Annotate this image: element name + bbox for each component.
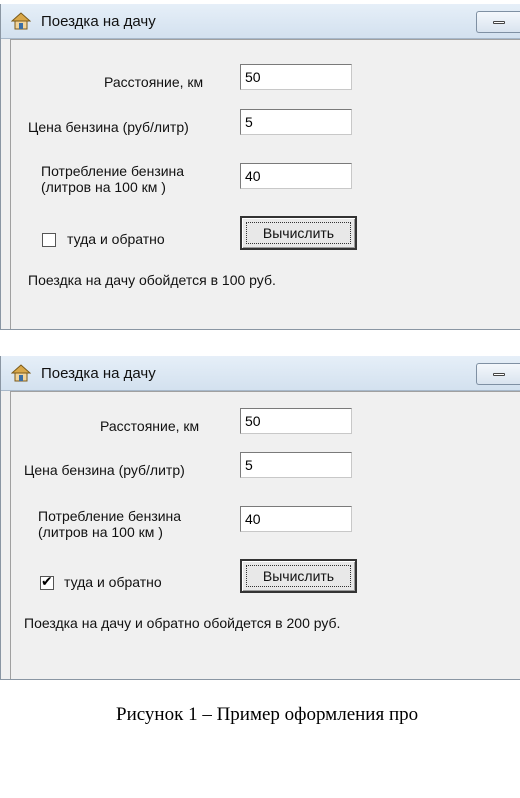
consumption-input[interactable]: [240, 163, 352, 189]
form-area: Расстояние, км Цена бензина (руб/литр) П…: [10, 39, 520, 329]
house-icon: [11, 364, 31, 382]
result-text: Поездка на дачу и обратно обойдется в 20…: [24, 615, 341, 631]
roundtrip-checkbox[interactable]: [42, 233, 56, 247]
roundtrip-label[interactable]: туда и обратно: [64, 574, 162, 590]
checkmark-icon: ✔: [41, 574, 53, 590]
distance-label: Расстояние, км: [104, 74, 204, 90]
compute-button-label: Вычислить: [246, 565, 351, 587]
consumption-input[interactable]: [240, 506, 352, 532]
distance-input[interactable]: [240, 408, 352, 434]
distance-label: Расстояние, км: [100, 418, 200, 434]
window-title: Поездка на дачу: [41, 365, 156, 382]
price-input[interactable]: [240, 452, 352, 478]
price-label: Цена бензина (руб/литр): [24, 462, 185, 478]
title-bar[interactable]: Поездка на дачу: [1, 4, 520, 39]
price-input[interactable]: [240, 109, 352, 135]
figure-caption: Рисунок 1 – Пример оформления про: [116, 704, 419, 725]
roundtrip-label[interactable]: туда и обратно: [67, 231, 165, 247]
minimize-button[interactable]: [476, 11, 520, 33]
consumption-label: Потребление бензина (литров на 100 км ): [41, 163, 185, 195]
minimize-icon: [493, 373, 505, 376]
roundtrip-checkbox[interactable]: ✔: [40, 574, 54, 590]
price-label: Цена бензина (руб/литр): [28, 119, 189, 135]
minimize-button[interactable]: [476, 363, 520, 385]
distance-input[interactable]: [240, 64, 352, 90]
compute-button[interactable]: Вычислить: [240, 559, 357, 593]
consumption-label: Потребление бензина (литров на 100 км ): [38, 508, 182, 540]
compute-button-label: Вычислить: [246, 222, 351, 244]
title-bar[interactable]: Поездка на дачу: [1, 356, 520, 391]
window-title: Поездка на дачу: [41, 13, 156, 30]
form-area: Расстояние, км Цена бензина (руб/литр) П…: [10, 391, 520, 679]
minimize-icon: [493, 21, 505, 24]
house-icon: [11, 12, 31, 30]
app-window: Поездка на дачу Расстояние, км Цена бенз…: [0, 356, 520, 680]
compute-button[interactable]: Вычислить: [240, 216, 357, 250]
result-text: Поездка на дачу обойдется в 100 руб.: [28, 272, 276, 288]
app-window: Поездка на дачу Расстояние, км Цена бенз…: [0, 4, 520, 330]
